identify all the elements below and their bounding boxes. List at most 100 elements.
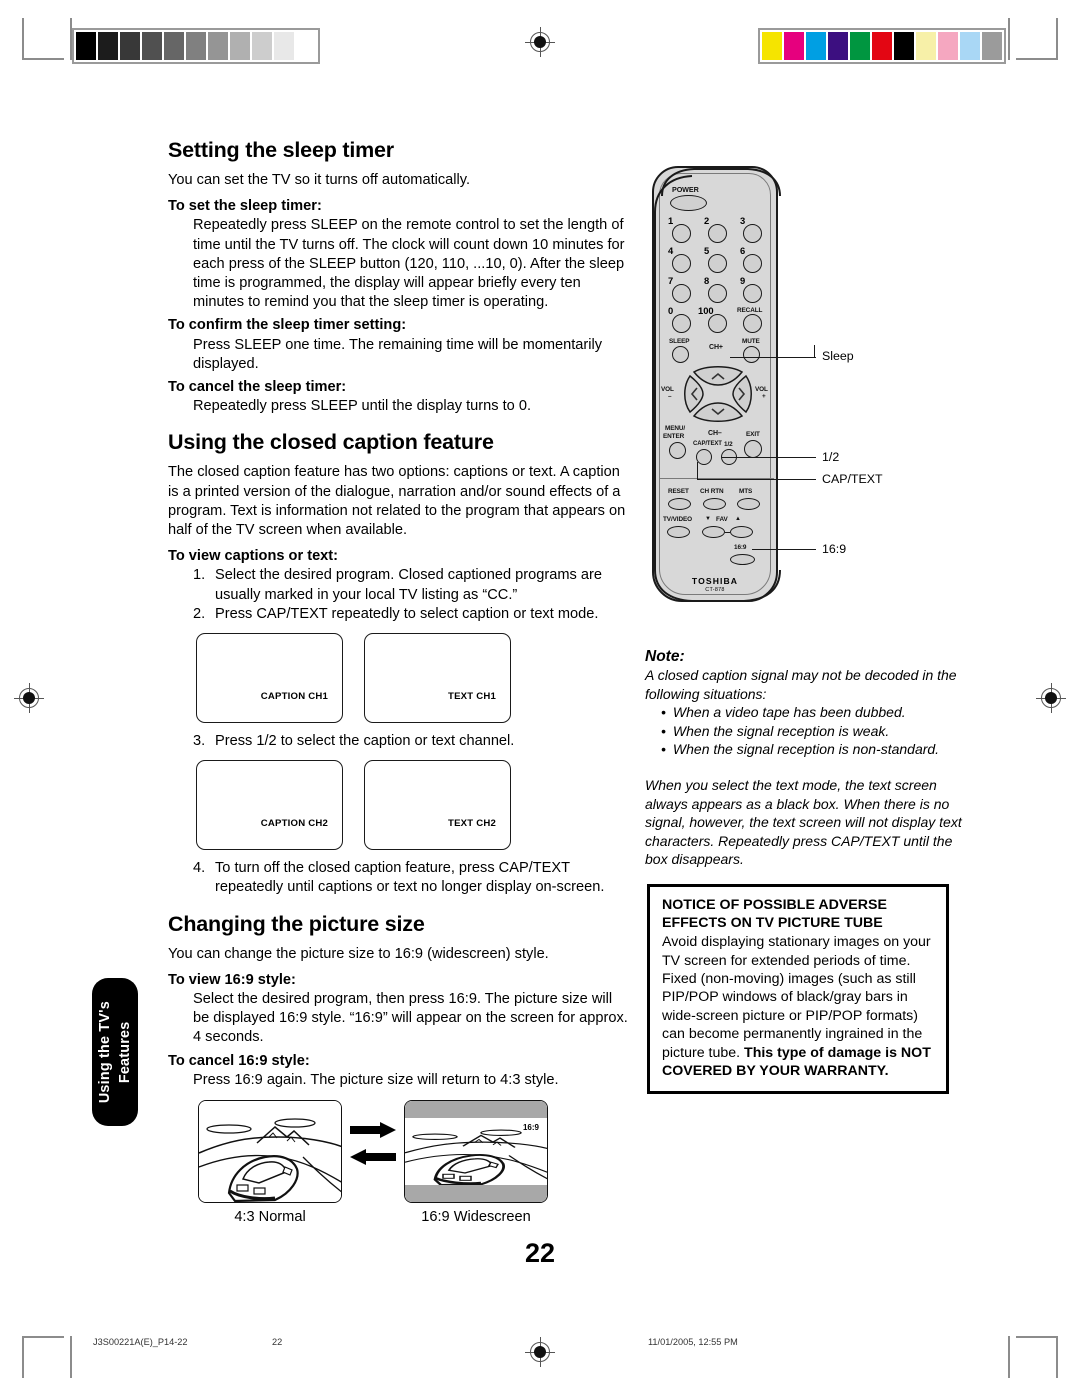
vol-up-label: VOL: [755, 386, 768, 393]
mute-label: MUTE: [742, 338, 760, 345]
picture-size-illustration: 4:3 Normal 16:9 16:9 Widescreen: [198, 1100, 628, 1225]
footer-file-name: J3S00221A(E)_P14-22: [93, 1337, 188, 1347]
manual-page: Setting the sleep timer You can set the …: [0, 0, 1080, 1396]
mts-label: MTS: [739, 488, 753, 495]
callout-label-captext: CAP/TEXT: [822, 472, 883, 486]
fav-down-button[interactable]: [702, 526, 725, 538]
step-item-3: 3. Press 1/2 to select the caption or te…: [193, 732, 628, 751]
key-label-9: 9: [740, 275, 746, 286]
step-text: Press 1/2 to select the caption or text …: [215, 733, 515, 750]
key-button-1[interactable]: [672, 224, 691, 243]
key-label-5: 5: [704, 245, 710, 256]
key-button-4[interactable]: [672, 254, 691, 273]
mts-button[interactable]: [737, 498, 760, 510]
brand-logo: TOSHIBA: [691, 576, 739, 586]
reset-button[interactable]: [668, 498, 691, 510]
key-button-6[interactable]: [743, 254, 762, 273]
ch-up-label: CH+: [709, 344, 723, 351]
note-bullet-text: When the signal reception is non-standar…: [672, 741, 940, 758]
callout-label-wide: 16:9: [822, 542, 847, 556]
reset-label: RESET: [668, 488, 689, 495]
section-thumb-tab: Using the TV's Features: [92, 978, 138, 1126]
warning-notice-box: NOTICE OF POSSIBLE ADVERSE EFFECTS ON TV…: [647, 884, 949, 1095]
footer-page-number: 22: [272, 1337, 283, 1347]
subheading-view-captions: To view captions or text:: [168, 548, 339, 565]
arrow-right-icon: [350, 1122, 396, 1139]
key-button-3[interactable]: [743, 224, 762, 243]
direction-pad: [680, 354, 756, 434]
callout-label-half: 1/2: [822, 450, 840, 464]
text-set-sleep-timer: Repeatedly press SLEEP on the remote con…: [193, 217, 625, 311]
enter-label: ENTER: [663, 433, 685, 440]
key-label-3: 3: [740, 215, 746, 226]
step-number: 3.: [193, 733, 206, 750]
captext-button[interactable]: [696, 449, 712, 465]
recall-label: RECALL: [737, 307, 763, 314]
key-button-7[interactable]: [672, 284, 691, 303]
wide-169-button[interactable]: [730, 554, 755, 565]
key-button-0[interactable]: [672, 314, 691, 333]
wide-169-label: 16:9: [734, 544, 747, 551]
picture-size-intro: You can change the picture size to 16:9 …: [168, 945, 549, 962]
step-text: Press CAP/TEXT repeatedly to select capt…: [215, 605, 599, 622]
warning-heading-line1: NOTICE OF POSSIBLE ADVERSE: [662, 897, 887, 913]
note-bullet-item: • When the signal reception is weak.: [661, 722, 965, 741]
chrtn-label: CH RTN: [700, 488, 724, 495]
key-label-2: 2: [704, 215, 710, 226]
fav-up-button[interactable]: [730, 526, 753, 538]
car-scene-43-icon: [199, 1101, 341, 1203]
exit-button[interactable]: [744, 440, 762, 458]
key-label-0: 0: [668, 305, 674, 316]
ch-up-button: [692, 366, 744, 386]
remote-control-diagram: POWER 1 2 3 4 5 6 7 8 9 0 100 RECALL SLE…: [652, 166, 802, 604]
callout-line-captext-vert: [697, 462, 699, 480]
step-number: 1.: [193, 567, 206, 584]
menu-label: MENU/: [665, 425, 686, 432]
ch-return-button[interactable]: [703, 498, 726, 510]
note-bullet-item: • When a video tape has been dubbed.: [661, 703, 965, 722]
key-label-6: 6: [740, 245, 746, 256]
caption-169-widescreen: 16:9 Widescreen: [421, 1209, 531, 1226]
menu-enter-button[interactable]: [669, 442, 686, 459]
letterbox-bar-top: [405, 1101, 547, 1119]
arrow-left-icon: [350, 1149, 396, 1166]
key-button-5[interactable]: [708, 254, 727, 273]
warning-body: Avoid displaying stationary images on yo…: [662, 933, 934, 1080]
callout-line-captext: [697, 479, 816, 481]
note-bullet-list: • When a video tape has been dubbed. • Whe…: [661, 703, 965, 759]
fav-up-arrow-icon: ▲: [735, 516, 741, 522]
key-button-2[interactable]: [708, 224, 727, 243]
tv-screen-text-ch2: TEXT CH2: [364, 760, 511, 851]
tv-video-button[interactable]: [667, 526, 690, 538]
vol-down-label: VOL: [661, 386, 674, 393]
ch-down-button: [692, 402, 744, 422]
remote-body: POWER 1 2 3 4 5 6 7 8 9 0 100 RECALL SLE…: [652, 166, 778, 602]
closed-caption-intro: The closed caption feature has two optio…: [168, 464, 626, 539]
step-text: Select the desired program. Closed capti…: [215, 567, 602, 603]
power-button[interactable]: [670, 195, 707, 211]
note-title: Note:: [645, 648, 685, 665]
step-number: 2.: [193, 605, 206, 622]
tv-screen-text-ch1: TEXT CH1: [364, 633, 511, 724]
caption-screen-row-1: CAPTION CH1 TEXT CH1: [196, 633, 628, 724]
bullet-icon: •: [661, 722, 666, 739]
text-cancel-sleep-timer: Repeatedly press SLEEP until the display…: [193, 398, 532, 415]
tv-screen-label: TEXT CH1: [448, 691, 496, 703]
fav-label: FAV: [716, 516, 728, 523]
key-button-9[interactable]: [743, 284, 762, 303]
ch-down-label: CH–: [708, 430, 722, 437]
key-button-8[interactable]: [708, 284, 727, 303]
step-number: 4.: [193, 860, 206, 877]
picture-cell-normal: 4:3 Normal: [198, 1100, 342, 1225]
key-label-1: 1: [668, 215, 674, 226]
vol-up-button: [732, 374, 752, 414]
subheading-cancel-169: To cancel 16:9 style:: [168, 1052, 310, 1069]
key-button-100[interactable]: [708, 314, 727, 333]
recall-button[interactable]: [743, 314, 762, 333]
step-text: To turn off the closed caption feature, …: [215, 860, 605, 896]
key-label-8: 8: [704, 275, 710, 286]
dpad-shape-icon: [684, 366, 752, 422]
vol-down-sign: –: [668, 393, 672, 400]
callout-line-sleep: [730, 357, 816, 359]
warning-heading-line2: EFFECTS ON TV PICTURE TUBE: [662, 914, 883, 931]
